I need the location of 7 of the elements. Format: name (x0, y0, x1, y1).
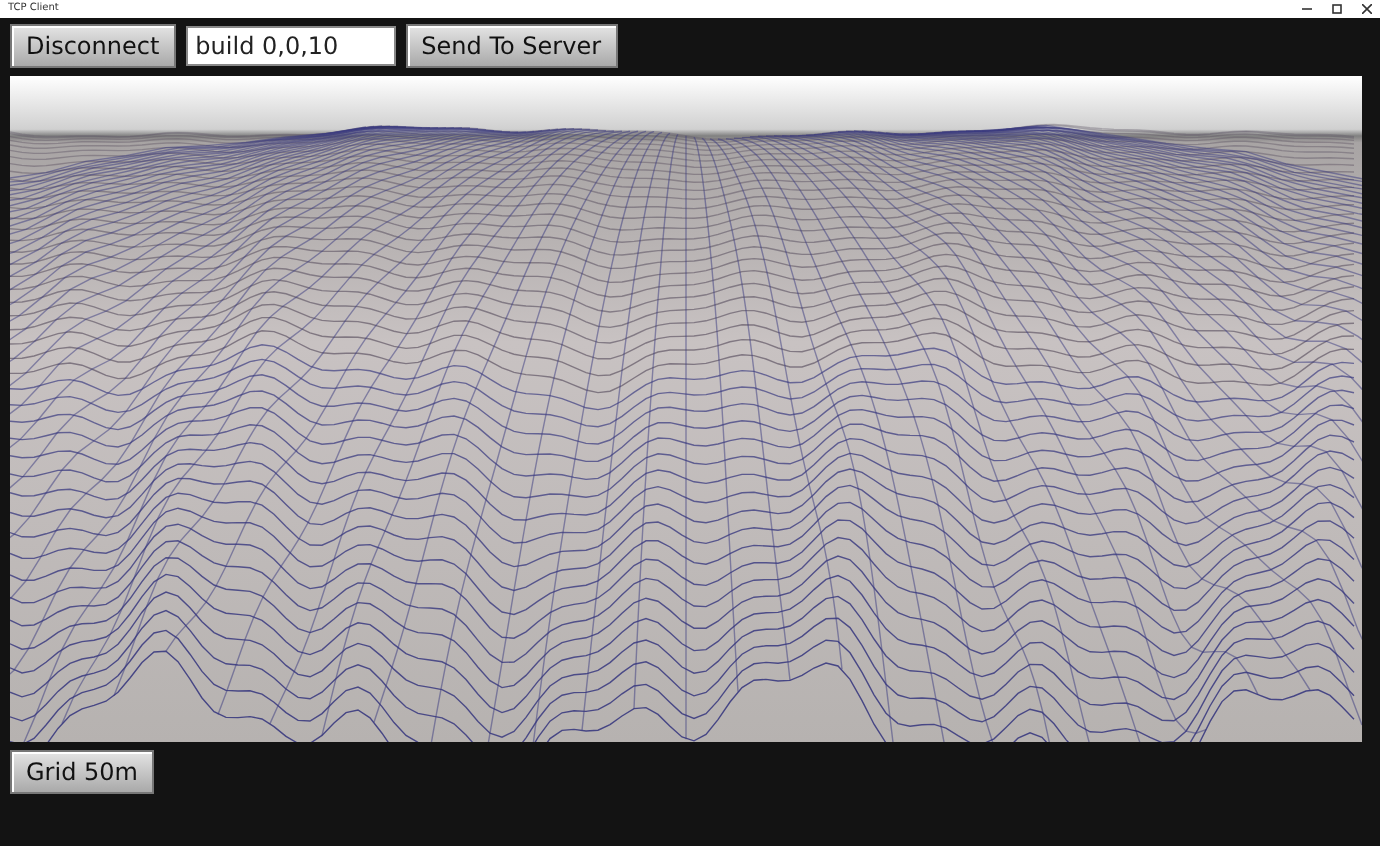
disconnect-button[interactable]: Disconnect (10, 24, 176, 68)
close-icon[interactable] (1362, 4, 1372, 14)
minimize-icon[interactable] (1302, 4, 1312, 14)
send-button[interactable]: Send To Server (405, 24, 618, 68)
grid-button[interactable]: Grid 50m (10, 750, 154, 794)
command-field[interactable]: build 0,0,10 (185, 26, 396, 66)
maximize-icon[interactable] (1332, 4, 1342, 14)
